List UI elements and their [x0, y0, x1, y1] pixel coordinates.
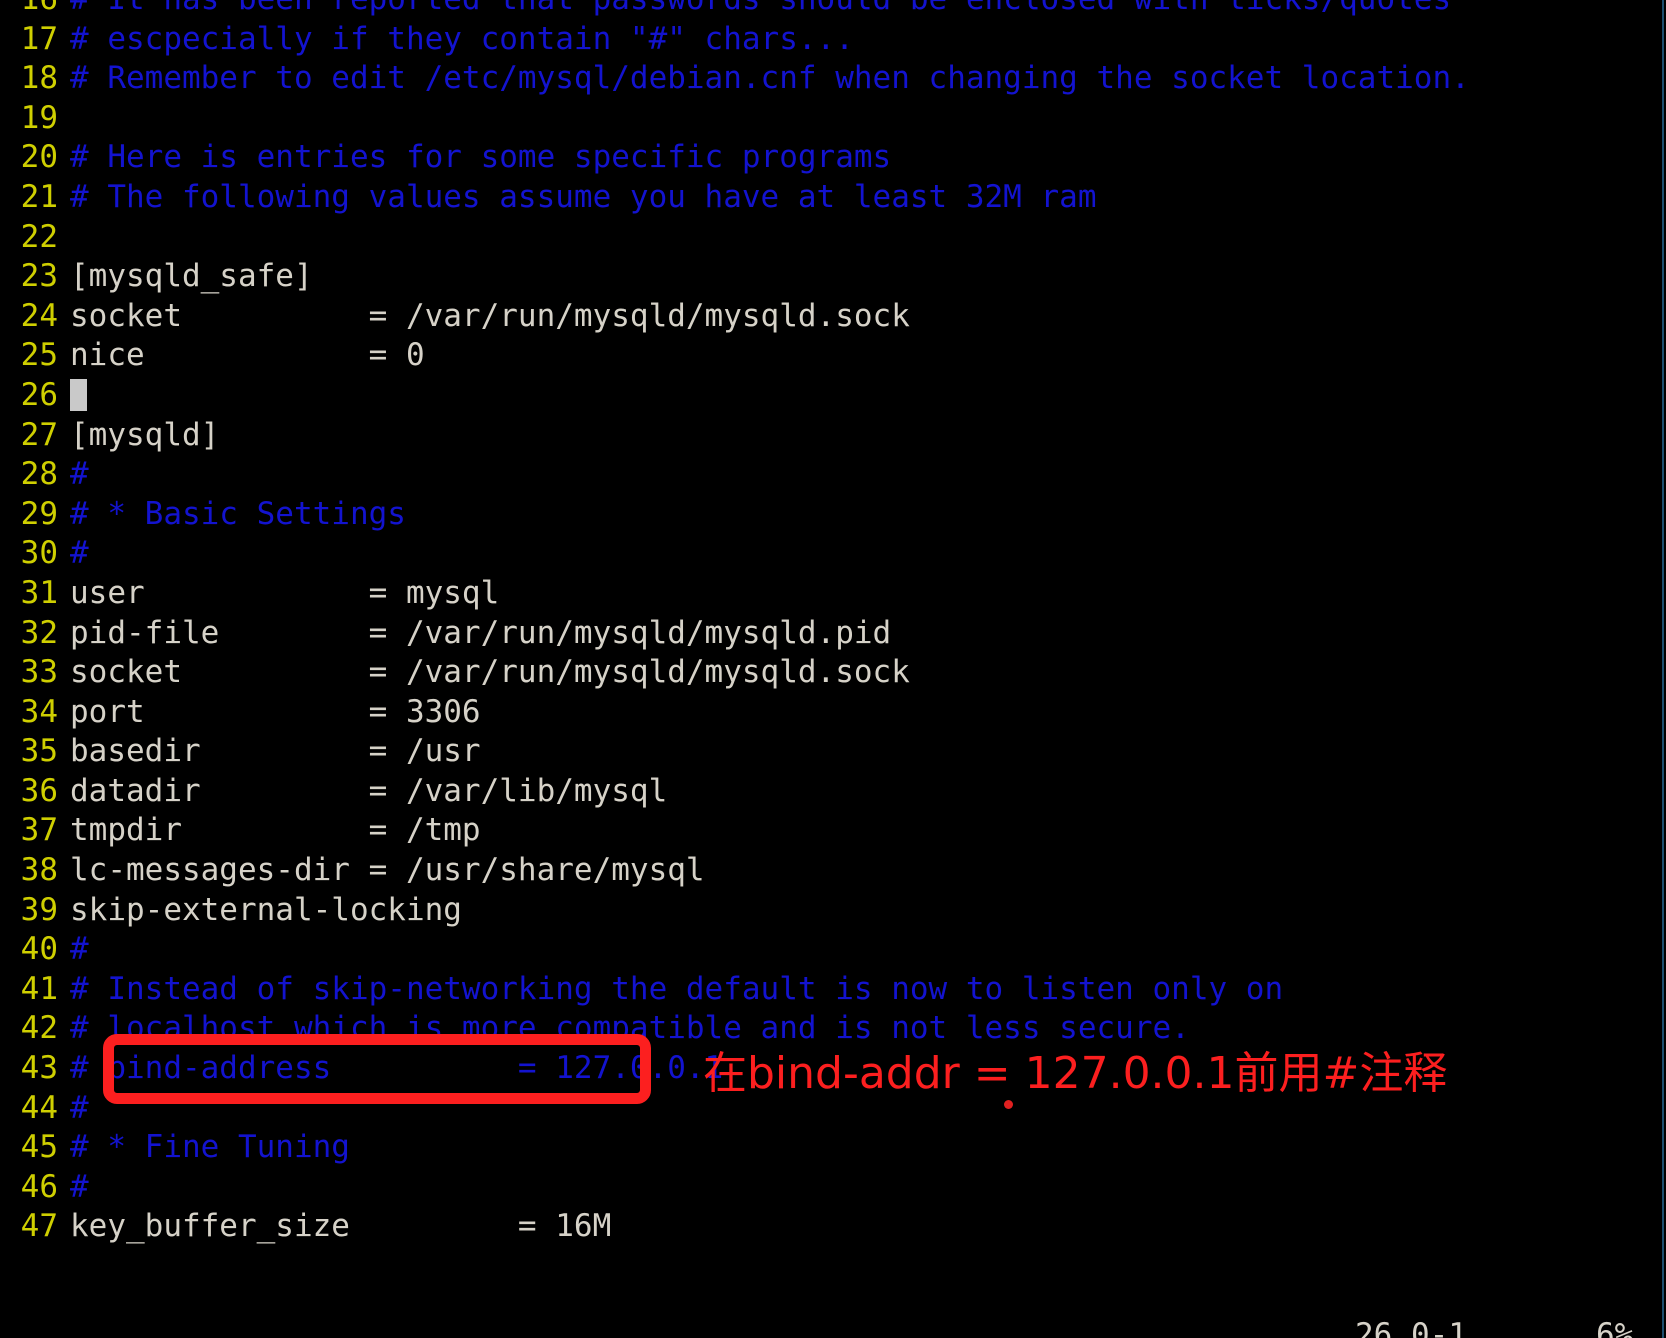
- editor-line[interactable]: 33 socket = /var/run/mysqld/mysqld.sock: [0, 653, 1666, 693]
- vim-status-line: 26,0-1 6%: [0, 1316, 1666, 1338]
- line-number: 42: [20, 1010, 58, 1047]
- line-number: 45: [20, 1129, 58, 1166]
- line-number: 30: [20, 535, 58, 572]
- line-number: 17: [20, 20, 58, 57]
- editor-line-text: # The following values assume you have a…: [70, 178, 1097, 215]
- annotation-note-text: 在bind-addr = 127.0.0.1前用#注释: [703, 1048, 1448, 1099]
- editor-line-text: # escpecially if they contain "#" chars.…: [70, 20, 854, 57]
- editor-line[interactable]: 39 skip-external-locking: [0, 891, 1666, 931]
- editor-line[interactable]: 24 socket = /var/run/mysqld/mysqld.sock: [0, 297, 1666, 337]
- status-scroll-percent: 6%: [1596, 1317, 1634, 1338]
- editor-line[interactable]: 32 pid-file = /var/run/mysqld/mysqld.pid: [0, 614, 1666, 654]
- editor-line-text: lc-messages-dir = /usr/share/mysql: [70, 852, 705, 889]
- editor-line[interactable]: 35 basedir = /usr: [0, 732, 1666, 772]
- editor-line[interactable]: 21 # The following values assume you have…: [0, 178, 1666, 218]
- editor-line[interactable]: 41 # Instead of skip-networking the defau…: [0, 970, 1666, 1010]
- line-number: 41: [20, 970, 58, 1007]
- editor-line[interactable]: 30 #: [0, 534, 1666, 574]
- status-cursor-position: 26,0-1: [1355, 1317, 1467, 1338]
- line-number: 18: [20, 60, 58, 97]
- editor-line[interactable]: 36 datadir = /var/lib/mysql: [0, 772, 1666, 812]
- line-number: 40: [20, 931, 58, 968]
- editor-line-text: # bind-address = 127.0.0.1: [70, 1050, 724, 1087]
- line-number: 44: [20, 1089, 58, 1126]
- editor-line[interactable]: 45 # * Fine Tuning: [0, 1128, 1666, 1168]
- line-number: 16: [0, 0, 58, 20]
- editor-line-text: # * Fine Tuning: [70, 1129, 350, 1166]
- line-number: 26: [20, 376, 58, 413]
- editor-line-text: # Remember to edit /etc/mysql/debian.cnf…: [70, 60, 1470, 97]
- editor-line-text: #: [70, 535, 89, 572]
- editor-line-text: socket = /var/run/mysqld/mysqld.sock: [70, 654, 910, 691]
- editor-line[interactable]: 22: [0, 218, 1666, 258]
- line-number: 32: [20, 614, 58, 651]
- line-number: 29: [20, 495, 58, 532]
- window-right-edge: [1662, 0, 1664, 1338]
- editor-line[interactable]: 20 # Here is entries for some specific pr…: [0, 138, 1666, 178]
- editor-line[interactable]: 37 tmpdir = /tmp: [0, 811, 1666, 851]
- line-number: 23: [20, 258, 58, 295]
- editor-line-text: socket = /var/run/mysqld/mysqld.sock: [70, 297, 910, 334]
- line-number: 47: [20, 1208, 58, 1245]
- editor-line-text: pid-file = /var/run/mysqld/mysqld.pid: [70, 614, 892, 651]
- line-number: 25: [20, 337, 58, 374]
- line-number: 46: [20, 1168, 58, 1205]
- annotation-dot-marker: [1004, 1100, 1013, 1109]
- line-number: 43: [20, 1050, 58, 1087]
- editor-line-text: [mysqld_safe]: [70, 258, 313, 295]
- editor-line[interactable]: 25 nice = 0: [0, 336, 1666, 376]
- line-number: 34: [20, 693, 58, 730]
- editor-line[interactable]: 40 #: [0, 930, 1666, 970]
- editor-line-text: user = mysql: [70, 574, 500, 611]
- editor-line[interactable]: 47 key_buffer_size = 16M: [0, 1207, 1666, 1247]
- editor-line[interactable]: 16 # It has been reported that passwords …: [0, 0, 1666, 20]
- editor-line-text: basedir = /usr: [70, 733, 481, 770]
- editor-line-text: port = 3306: [70, 693, 481, 730]
- editor-line[interactable]: 29 # * Basic Settings: [0, 495, 1666, 535]
- line-number: 35: [20, 733, 58, 770]
- text-cursor-block: [70, 378, 87, 411]
- editor-line[interactable]: 46 #: [0, 1168, 1666, 1208]
- line-number: 31: [20, 574, 58, 611]
- editor-line-text: [mysqld]: [70, 416, 220, 453]
- line-number: 39: [20, 891, 58, 928]
- editor-line[interactable]: 42 # localhost which is more compatible a…: [0, 1009, 1666, 1049]
- editor-line[interactable]: 28 #: [0, 455, 1666, 495]
- editor-line[interactable]: 17 # escpecially if they contain "#" char…: [0, 20, 1666, 60]
- editor-line-text: # * Basic Settings: [70, 495, 406, 532]
- editor-line-text: datadir = /var/lib/mysql: [70, 772, 668, 809]
- editor-line-text: #: [70, 1168, 89, 1205]
- line-number: 33: [20, 654, 58, 691]
- editor-line-text: #: [70, 456, 89, 493]
- line-number: 37: [20, 812, 58, 849]
- editor-line-text: key_buffer_size = 16M: [70, 1208, 612, 1245]
- editor-line[interactable]: 19: [0, 99, 1666, 139]
- editor-line-text: # localhost which is more compatible and…: [70, 1010, 1190, 1047]
- line-number: 27: [20, 416, 58, 453]
- line-number: 24: [20, 297, 58, 334]
- editor-line[interactable]: 34 port = 3306: [0, 693, 1666, 733]
- editor-line[interactable]: 27 [mysqld]: [0, 416, 1666, 456]
- line-number: 28: [20, 456, 58, 493]
- line-number: 21: [20, 178, 58, 215]
- editor-line-text: # Instead of skip-networking the default…: [70, 970, 1284, 1007]
- editor-line[interactable]: 18 # Remember to edit /etc/mysql/debian.c…: [0, 59, 1666, 99]
- editor-line-text: # It has been reported that passwords sh…: [70, 0, 1451, 17]
- terminal-screen: 16 # It has been reported that passwords …: [0, 0, 1666, 1338]
- editor-line[interactable]: 38 lc-messages-dir = /usr/share/mysql: [0, 851, 1666, 891]
- editor-line-text: nice = 0: [70, 337, 425, 374]
- editor-line-text: #: [70, 931, 89, 968]
- editor-line[interactable]: 31 user = mysql: [0, 574, 1666, 614]
- line-number: 22: [20, 218, 58, 255]
- line-number: 38: [20, 852, 58, 889]
- editor-line-text: #: [70, 1089, 89, 1126]
- editor-line[interactable]: 26: [0, 376, 1666, 416]
- editor-line-text: tmpdir = /tmp: [70, 812, 481, 849]
- line-number: 19: [20, 99, 58, 136]
- line-number: 20: [20, 139, 58, 176]
- editor-line[interactable]: 23 [mysqld_safe]: [0, 257, 1666, 297]
- editor-line-text: skip-external-locking: [70, 891, 462, 928]
- editor-line-text: # Here is entries for some specific prog…: [70, 139, 892, 176]
- line-number: 36: [20, 772, 58, 809]
